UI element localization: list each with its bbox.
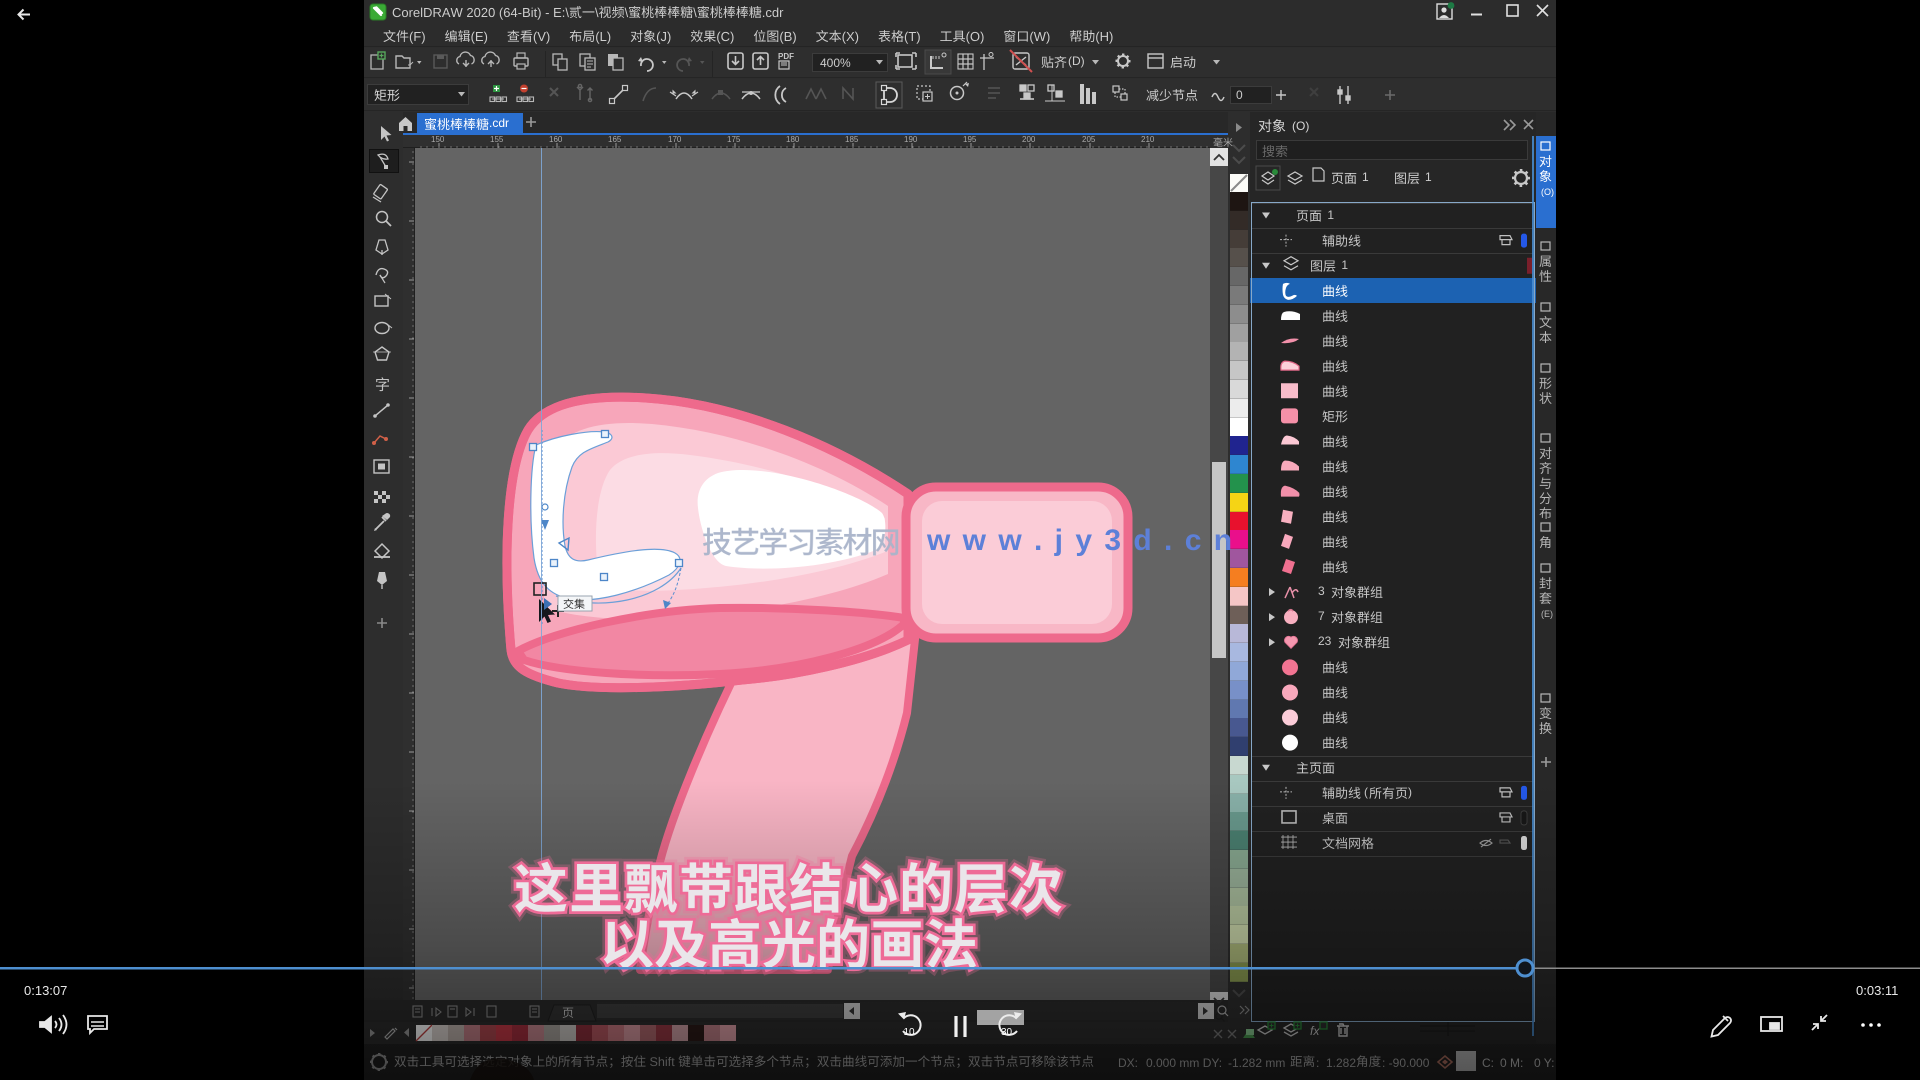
svg-text:10: 10	[904, 1027, 916, 1038]
svg-text:30: 30	[1001, 1027, 1013, 1038]
